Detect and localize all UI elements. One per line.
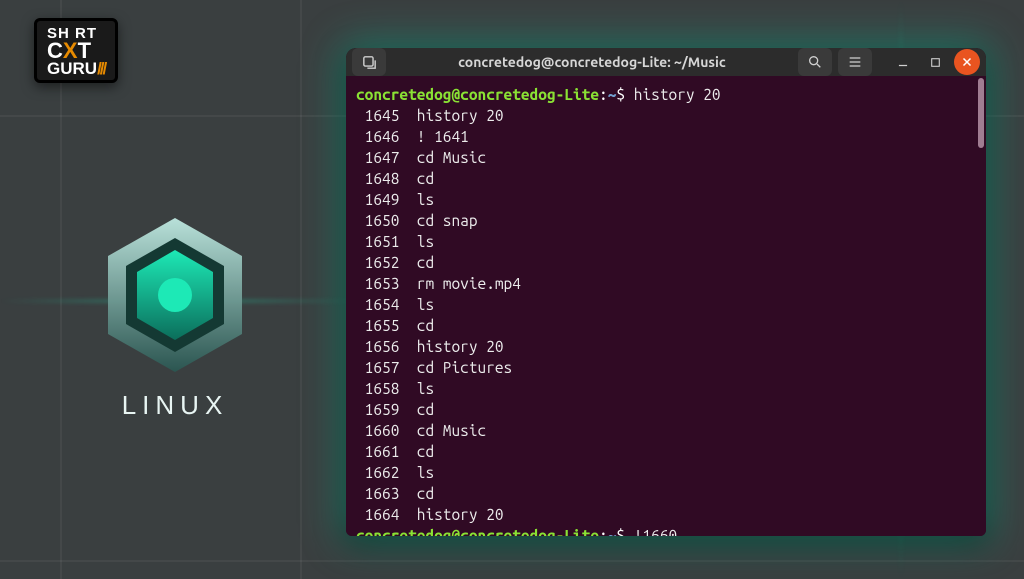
history-line: 1654 ls — [356, 294, 976, 315]
history-line: 1647 cd Music — [356, 147, 976, 168]
history-line: 1658 ls — [356, 378, 976, 399]
history-line: 1662 ls — [356, 462, 976, 483]
linux-badge: LINUX — [90, 210, 260, 421]
history-line: 1663 cd — [356, 483, 976, 504]
history-line: 1648 cd — [356, 168, 976, 189]
history-line: 1657 cd Pictures — [356, 357, 976, 378]
history-line: 1651 ls — [356, 231, 976, 252]
history-line: 1656 history 20 — [356, 336, 976, 357]
history-line: 1653 rm movie.mp4 — [356, 273, 976, 294]
linux-label: LINUX — [90, 390, 260, 421]
prompt-userhost: concretedog@concretedog-Lite — [356, 86, 599, 103]
prompt-line-1: concretedog@concretedog-Lite:~$ history … — [356, 84, 976, 105]
history-line: 1664 history 20 — [356, 504, 976, 525]
history-line: 1650 cd snap — [356, 210, 976, 231]
prompt-userhost: concretedog@concretedog-Lite — [356, 527, 599, 536]
prompt-dollar: $ — [616, 86, 625, 103]
window-close-button[interactable] — [954, 49, 980, 75]
history-line: 1646 ! 1641 — [356, 126, 976, 147]
window-titlebar: concretedog@concretedog-Lite: ~/Music — [346, 48, 986, 76]
new-tab-button[interactable] — [352, 48, 386, 76]
history-output: 1645 history 20 1646 ! 1641 1647 cd Musi… — [356, 105, 976, 525]
history-line: 1655 cd — [356, 315, 976, 336]
window-minimize-button[interactable] — [890, 49, 916, 75]
prompt-colon: : — [599, 527, 608, 536]
prompt-command: !1660 — [634, 527, 677, 536]
search-button[interactable] — [798, 48, 832, 76]
window-maximize-button[interactable] — [922, 49, 948, 75]
hexagon-icon — [90, 210, 260, 380]
menu-button[interactable] — [838, 48, 872, 76]
brand-line2: CXT — [47, 42, 105, 60]
terminal-body[interactable]: concretedog@concretedog-Lite:~$ history … — [346, 76, 986, 536]
window-title: concretedog@concretedog-Lite: ~/Music — [392, 54, 792, 70]
brand-slashes: /// — [97, 59, 105, 78]
history-line: 1659 cd — [356, 399, 976, 420]
scrollbar-thumb[interactable] — [978, 78, 984, 148]
brand-line3-text: GURU — [47, 59, 97, 78]
prompt-colon: : — [599, 86, 608, 103]
prompt-dollar: $ — [616, 527, 625, 536]
brand-badge: SH RT CXT GURU/// — [34, 18, 118, 83]
history-line: 1652 cd — [356, 252, 976, 273]
terminal-window: concretedog@concretedog-Lite: ~/Music co… — [346, 48, 986, 536]
history-line: 1660 cd Music — [356, 420, 976, 441]
brand-line3: GURU/// — [47, 60, 105, 77]
history-line: 1661 cd — [356, 441, 976, 462]
history-line: 1649 ls — [356, 189, 976, 210]
prompt-command: history 20 — [634, 86, 721, 103]
prompt-line-2: concretedog@concretedog-Lite:~$ !1660 — [356, 525, 976, 536]
history-line: 1645 history 20 — [356, 105, 976, 126]
